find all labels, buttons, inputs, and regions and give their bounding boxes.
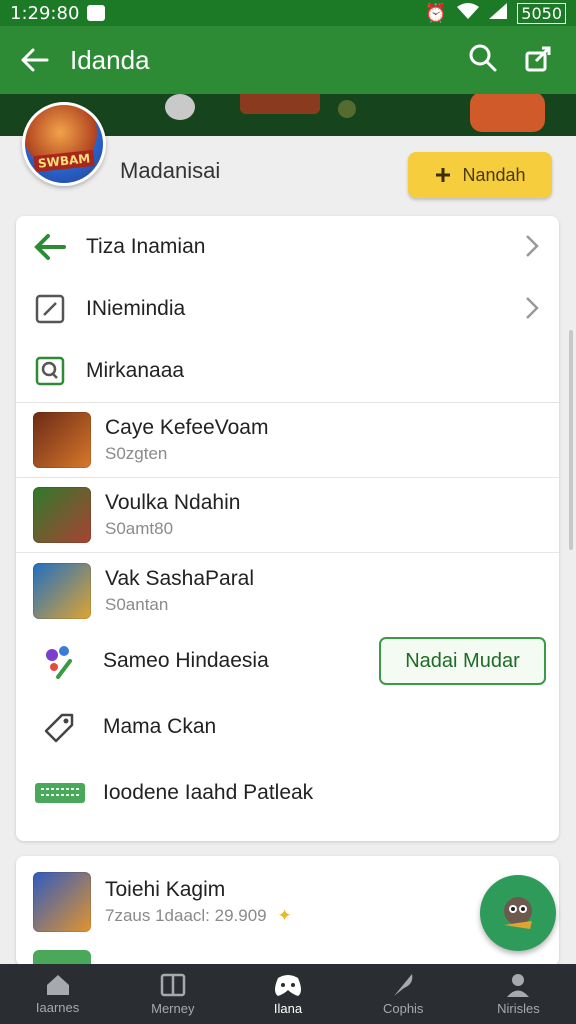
game-stats: 7zaus 1daacl: 29.909 <box>105 906 267 925</box>
star-icon: ✦ <box>277 906 292 925</box>
status-time: 1:29:80 <box>10 2 80 24</box>
menu-item-iniemindia[interactable]: INiemindia <box>16 278 559 340</box>
pencil-icon <box>35 294 65 324</box>
search-box-icon <box>35 356 65 386</box>
signal-icon <box>489 2 508 24</box>
fab-button[interactable] <box>480 875 556 951</box>
menu-card: Tiza Inamian INiemindia Mirkanaaa Caye K… <box>16 216 559 841</box>
game-thumbnail <box>33 487 91 543</box>
game-title: Voulka Ndahin <box>105 491 241 514</box>
wifi-icon <box>457 2 480 24</box>
game-item[interactable]: Caye KefeeVoam S0zgten <box>16 403 559 478</box>
chevron-right-icon <box>526 297 539 319</box>
alarm-icon: ⏰ <box>424 2 448 24</box>
nav-tab-label: Ilana <box>273 1001 303 1016</box>
arrow-left-icon <box>21 48 49 72</box>
nav-tab-label: Iaarnes <box>35 1000 80 1015</box>
game-subtitle: S0zgten <box>105 444 168 463</box>
action-label: Sameo Hindaesia <box>103 649 269 672</box>
follow-button[interactable]: Nandah <box>408 152 552 198</box>
battery-text: 5050 <box>517 2 566 24</box>
nav-tab-money[interactable]: Merney <box>115 964 230 1024</box>
menu-item-label: Mirkanaaa <box>86 359 185 382</box>
profile-header: SWBAM Madanisai Nandah <box>0 94 576 214</box>
nav-tab-ilana[interactable]: Ilana <box>230 964 345 1024</box>
game-subtitle: S0amt80 <box>105 519 174 538</box>
nav-tab-nirisles[interactable]: Nirisles <box>461 964 576 1024</box>
profile-name: Madanisai <box>120 158 221 183</box>
game-thumbnail <box>33 562 91 619</box>
nav-tab-label: Merney <box>151 1001 195 1016</box>
arrow-left-icon <box>34 234 66 260</box>
tag-icon <box>44 713 74 743</box>
avatar-label: SWBAM <box>33 149 95 173</box>
game-subtitle: 7zaus 1daacl: 29.909 ✦ <box>105 906 292 926</box>
home-icon <box>46 975 69 995</box>
status-bar: 1:29:80 ⏰ 5050 <box>0 0 576 26</box>
nav-tab-label: Cophis <box>382 1001 424 1016</box>
gamepad-icon <box>275 975 301 996</box>
book-icon <box>160 973 186 997</box>
game-item[interactable]: Voulka Ndahin S0amt80 <box>16 478 559 553</box>
game-title: Vak SashaParal <box>105 566 255 590</box>
search-button[interactable] <box>468 43 498 77</box>
follow-button-label: Nandah <box>462 164 526 185</box>
share-button[interactable] <box>524 43 554 77</box>
bottom-nav: Iaarnes Merney Ilana Cophis Nirisles <box>0 964 576 1024</box>
featured-game-item[interactable]: Toiehi Kagim 7zaus 1daacl: 29.909 ✦ <box>16 862 559 942</box>
nadai-mudar-button[interactable]: Nadai Mudar <box>379 637 546 685</box>
featured-card: Toiehi Kagim 7zaus 1daacl: 29.909 ✦ <box>16 856 559 966</box>
action-row-sameo[interactable]: Sameo Hindaesia Nadai Mudar <box>16 628 559 694</box>
game-thumbnail <box>33 412 91 468</box>
paint-palette-icon <box>46 646 72 679</box>
search-icon <box>469 44 497 72</box>
person-icon <box>507 974 530 997</box>
nav-tab-games[interactable]: Iaarnes <box>0 964 115 1024</box>
menu-item-label: Tiza Inamian <box>86 235 206 258</box>
game-item[interactable]: Vak SashaParal S0antan <box>16 553 559 628</box>
action-label: Mama Ckan <box>103 715 217 738</box>
mascot-icon <box>504 897 532 929</box>
game-title: Caye KefeeVoam <box>105 416 269 439</box>
page-title: Idanda <box>70 44 150 75</box>
app-bar: Idanda <box>0 26 576 94</box>
menu-item-mirkanaaa[interactable]: Mirkanaaa <box>16 340 559 402</box>
share-icon <box>525 46 551 72</box>
action-label: Ioodene Iaahd Patleak <box>103 781 314 804</box>
feather-icon <box>394 974 413 996</box>
nav-tab-label: Nirisles <box>497 1001 540 1016</box>
scrollbar[interactable] <box>569 330 573 550</box>
notification-icon <box>87 5 106 21</box>
chevron-right-icon <box>526 235 539 257</box>
action-row-ioodene[interactable]: Ioodene Iaahd Patleak <box>16 760 559 826</box>
action-row-mama[interactable]: Mama Ckan <box>16 694 559 760</box>
game-subtitle: S0antan <box>105 594 169 614</box>
menu-item-tiza[interactable]: Tiza Inamian <box>16 216 559 278</box>
back-button[interactable] <box>0 26 70 94</box>
keyboard-icon <box>35 783 85 803</box>
menu-item-label: INiemindia <box>86 297 186 320</box>
nav-tab-cophis[interactable]: Cophis <box>346 964 461 1024</box>
plus-icon <box>436 168 451 182</box>
game-thumbnail <box>33 872 91 932</box>
avatar[interactable]: SWBAM <box>22 102 106 186</box>
game-title: Toiehi Kagim <box>105 878 226 901</box>
